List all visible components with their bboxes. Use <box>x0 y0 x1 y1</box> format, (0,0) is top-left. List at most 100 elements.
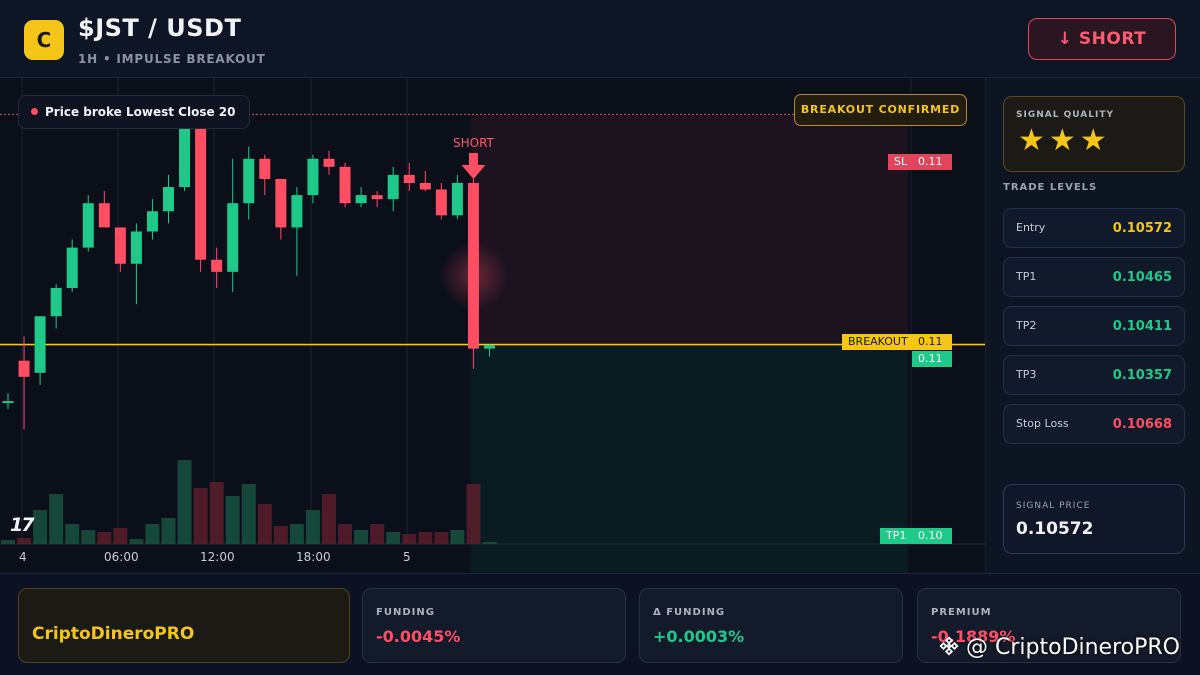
candle-body <box>355 195 367 204</box>
stat-label: Δ FUNDING <box>653 607 726 618</box>
short-arrow-shaft-icon <box>468 153 478 165</box>
level-name: Stop Loss <box>1016 417 1069 430</box>
binance-logo-icon <box>939 636 959 656</box>
level-value: 0.10357 <box>1112 368 1172 383</box>
candle-body <box>227 203 239 272</box>
tp1-tag-value: 0.10 <box>912 528 952 544</box>
volume-bar <box>305 510 320 544</box>
candle-body <box>451 183 463 216</box>
brand-card: CriptoDineroPRO <box>18 588 350 663</box>
candle-body <box>130 231 142 264</box>
legend-text: Price broke Lowest Close 20 <box>45 105 236 119</box>
candle-body <box>66 247 78 288</box>
volume-bar <box>434 532 449 544</box>
breakout-tag-value: 0.11 <box>912 334 952 350</box>
volume-bar <box>113 528 128 544</box>
volume-bar <box>241 484 256 544</box>
candle-body <box>323 158 335 167</box>
level-tp1: TP1 0.10465 <box>1003 257 1185 297</box>
header-bar: C $JST / USDT 1H • IMPULSE BREAKOUT ↓ SH… <box>0 0 1200 78</box>
candle-body <box>114 227 126 264</box>
volume-bar <box>257 504 272 544</box>
volume-bar <box>402 534 417 544</box>
candle-body <box>82 203 94 248</box>
candle-body <box>435 189 447 216</box>
volume-bar <box>49 494 64 544</box>
volume-bar <box>273 526 288 544</box>
volume-bar <box>65 524 80 544</box>
candle-body <box>163 187 174 212</box>
short-button[interactable]: ↓ SHORT <box>1028 18 1176 60</box>
candle-body <box>34 316 46 373</box>
tp-zone <box>470 344 908 573</box>
sl-tag-value: 0.11 <box>912 154 952 170</box>
level-entry: Entry 0.10572 <box>1003 208 1185 248</box>
volume-bar <box>209 482 224 544</box>
watermark-text: @ CriptoDineroPRO <box>966 635 1180 660</box>
sl-zone <box>470 114 908 345</box>
time-label-5: 5 <box>403 550 411 564</box>
candlestick-chart[interactable]: SHORT <box>0 78 985 573</box>
signal-quality-label: SIGNAL QUALITY <box>1016 110 1114 120</box>
stat-label: PREMIUM <box>931 607 992 618</box>
level-value: 0.10465 <box>1112 270 1172 285</box>
time-label-4: 4 <box>19 550 27 564</box>
level-name: TP3 <box>1016 368 1037 381</box>
volume-bar <box>193 488 208 544</box>
candle-body <box>307 158 319 196</box>
level-name: TP2 <box>1016 319 1037 332</box>
volume-bar <box>289 524 304 544</box>
star-rating-icon: ★★★ <box>1018 123 1111 158</box>
level-tp2: TP2 0.10411 <box>1003 306 1185 346</box>
candle-body <box>275 178 287 228</box>
level-name: Entry <box>1016 221 1046 234</box>
brand-logo-icon: C <box>24 20 64 60</box>
sl-tag-label: SL <box>888 154 914 170</box>
signal-quality-card: SIGNAL QUALITY ★★★ <box>1003 96 1185 172</box>
tradingview-logo-icon: 17 <box>10 514 34 536</box>
candle-body <box>467 183 479 349</box>
candle-body <box>403 174 415 183</box>
candle-body <box>18 360 30 377</box>
timeframe-subtitle: 1H • IMPULSE BREAKOUT <box>78 52 266 66</box>
candle-body <box>371 195 383 200</box>
volume-bar <box>450 530 465 544</box>
volume-bar <box>33 510 48 544</box>
volume-bar <box>97 532 112 544</box>
tp1-tag-label: TP1 <box>880 528 913 544</box>
volume-bar <box>482 542 497 544</box>
volume-bar <box>322 494 336 544</box>
volume-bar <box>161 518 176 544</box>
volume-bar <box>81 530 96 544</box>
trade-levels-title: TRADE LEVELS <box>1003 182 1098 193</box>
stat-label: FUNDING <box>376 607 435 618</box>
candle-body <box>259 158 271 179</box>
breakout-tag-label: BREAKOUT <box>842 334 914 350</box>
candle-body <box>339 166 351 204</box>
volume-bar <box>1 540 15 544</box>
candle-body <box>243 158 255 204</box>
candle-body <box>211 259 223 272</box>
brand-name: CriptoDineroPRO <box>32 624 195 644</box>
volume-bar <box>129 539 144 544</box>
funding-card: FUNDING -0.0045% <box>362 588 626 663</box>
volume-bar <box>354 530 369 544</box>
candle-body <box>195 118 207 260</box>
legend-dot-icon <box>31 108 38 115</box>
current-price-tag: 0.11 <box>912 351 952 367</box>
candle-body <box>50 288 62 317</box>
candle-body <box>2 401 14 404</box>
level-tp3: TP3 0.10357 <box>1003 355 1185 395</box>
candle-body <box>146 211 158 232</box>
stat-value: +0.0003% <box>653 627 745 646</box>
time-label-1200: 12:00 <box>200 550 235 564</box>
volume-bar <box>466 484 481 544</box>
time-label-1800: 18:00 <box>296 550 331 564</box>
volume-bar <box>225 496 240 544</box>
volume-bar <box>145 524 160 544</box>
watermark: @ CriptoDineroPRO <box>938 635 1180 660</box>
volume-bar <box>338 524 353 544</box>
candle-body <box>98 203 110 228</box>
volume-bar <box>386 532 401 544</box>
price-chart[interactable]: SHORT Price broke Lowest Close 20 BREAKO… <box>0 78 985 573</box>
